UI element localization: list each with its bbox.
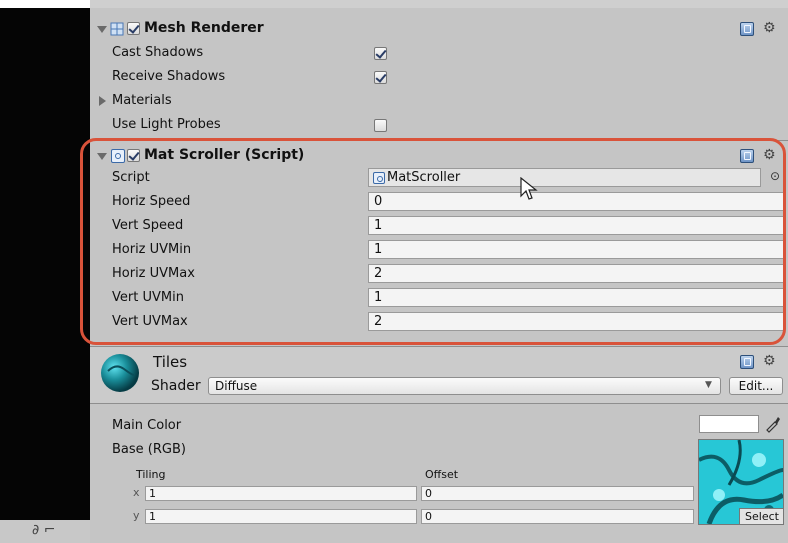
cast-shadows-row: Cast Shadows <box>90 41 788 65</box>
cast-shadows-label: Cast Shadows <box>112 45 204 60</box>
foldout-arrow-icon[interactable] <box>97 26 107 33</box>
eyedropper-icon[interactable] <box>764 415 782 433</box>
help-book-icon[interactable] <box>740 355 754 369</box>
mat-scroller-highlight <box>80 138 786 345</box>
select-button-label: Select <box>745 510 779 523</box>
shader-dropdown[interactable]: Diffuse ▼ <box>208 377 721 395</box>
chevron-down-icon: ▼ <box>705 380 712 390</box>
offset-y-value: 0 <box>425 510 432 523</box>
x-axis-label: x <box>133 486 140 499</box>
receive-shadows-label: Receive Shadows <box>112 69 226 84</box>
main-color-label: Main Color <box>112 418 182 433</box>
shader-label: Shader <box>151 378 201 394</box>
mesh-renderer-enabled-checkbox[interactable] <box>127 22 140 35</box>
component-divider <box>90 403 788 404</box>
shader-value: Diffuse <box>215 379 258 393</box>
tiling-y-value: 1 <box>149 510 156 523</box>
base-texture-row: Base (RGB) <box>90 438 788 462</box>
materials-foldout-icon[interactable] <box>99 96 106 106</box>
help-book-icon[interactable] <box>740 22 754 36</box>
offset-x-value: 0 <box>425 487 432 500</box>
use-light-probes-label: Use Light Probes <box>112 117 221 132</box>
tiling-x-value: 1 <box>149 487 156 500</box>
tiling-y-input[interactable]: 1 <box>145 509 417 524</box>
main-color-row: Main Color <box>90 414 788 438</box>
base-rgb-label: Base (RGB) <box>112 442 186 457</box>
material-preview-sphere <box>101 354 139 392</box>
receive-shadows-checkbox[interactable] <box>374 71 387 84</box>
material-header: Tiles Shader Diffuse ▼ Edit... ⚙ <box>90 347 788 403</box>
offset-x-input[interactable]: 0 <box>421 486 694 501</box>
edit-shader-button[interactable]: Edit... <box>729 377 783 395</box>
mesh-renderer-icon <box>110 22 124 36</box>
select-texture-button[interactable]: Select <box>739 508 783 524</box>
mouse-cursor-icon <box>520 177 538 200</box>
mesh-renderer-header[interactable]: Mesh Renderer ⚙ <box>90 17 788 41</box>
materials-label: Materials <box>112 93 172 108</box>
use-light-probes-row: Use Light Probes <box>90 113 788 137</box>
offset-y-input[interactable]: 0 <box>421 509 694 524</box>
main-color-swatch[interactable] <box>699 415 759 433</box>
use-light-probes-checkbox[interactable] <box>374 119 387 132</box>
top-bar <box>90 0 788 8</box>
footer-glyph: ∂ ⌐ <box>32 522 56 538</box>
gear-icon[interactable]: ⚙ <box>763 354 776 368</box>
mesh-renderer-title: Mesh Renderer <box>144 20 264 36</box>
receive-shadows-row: Receive Shadows <box>90 65 788 89</box>
tiling-x-input[interactable]: 1 <box>145 486 417 501</box>
base-texture-thumbnail[interactable]: Select <box>698 439 784 525</box>
gear-icon[interactable]: ⚙ <box>763 21 776 35</box>
offset-label: Offset <box>425 468 459 481</box>
y-axis-label: y <box>133 509 140 522</box>
tiling-label: Tiling <box>136 468 166 481</box>
cast-shadows-checkbox[interactable] <box>374 47 387 60</box>
materials-row[interactable]: Materials <box>90 89 788 113</box>
scene-view-footer: ∂ ⌐ <box>0 520 90 543</box>
scene-view-panel <box>0 8 90 543</box>
edit-button-label: Edit... <box>738 379 774 393</box>
material-name: Tiles <box>153 353 188 371</box>
